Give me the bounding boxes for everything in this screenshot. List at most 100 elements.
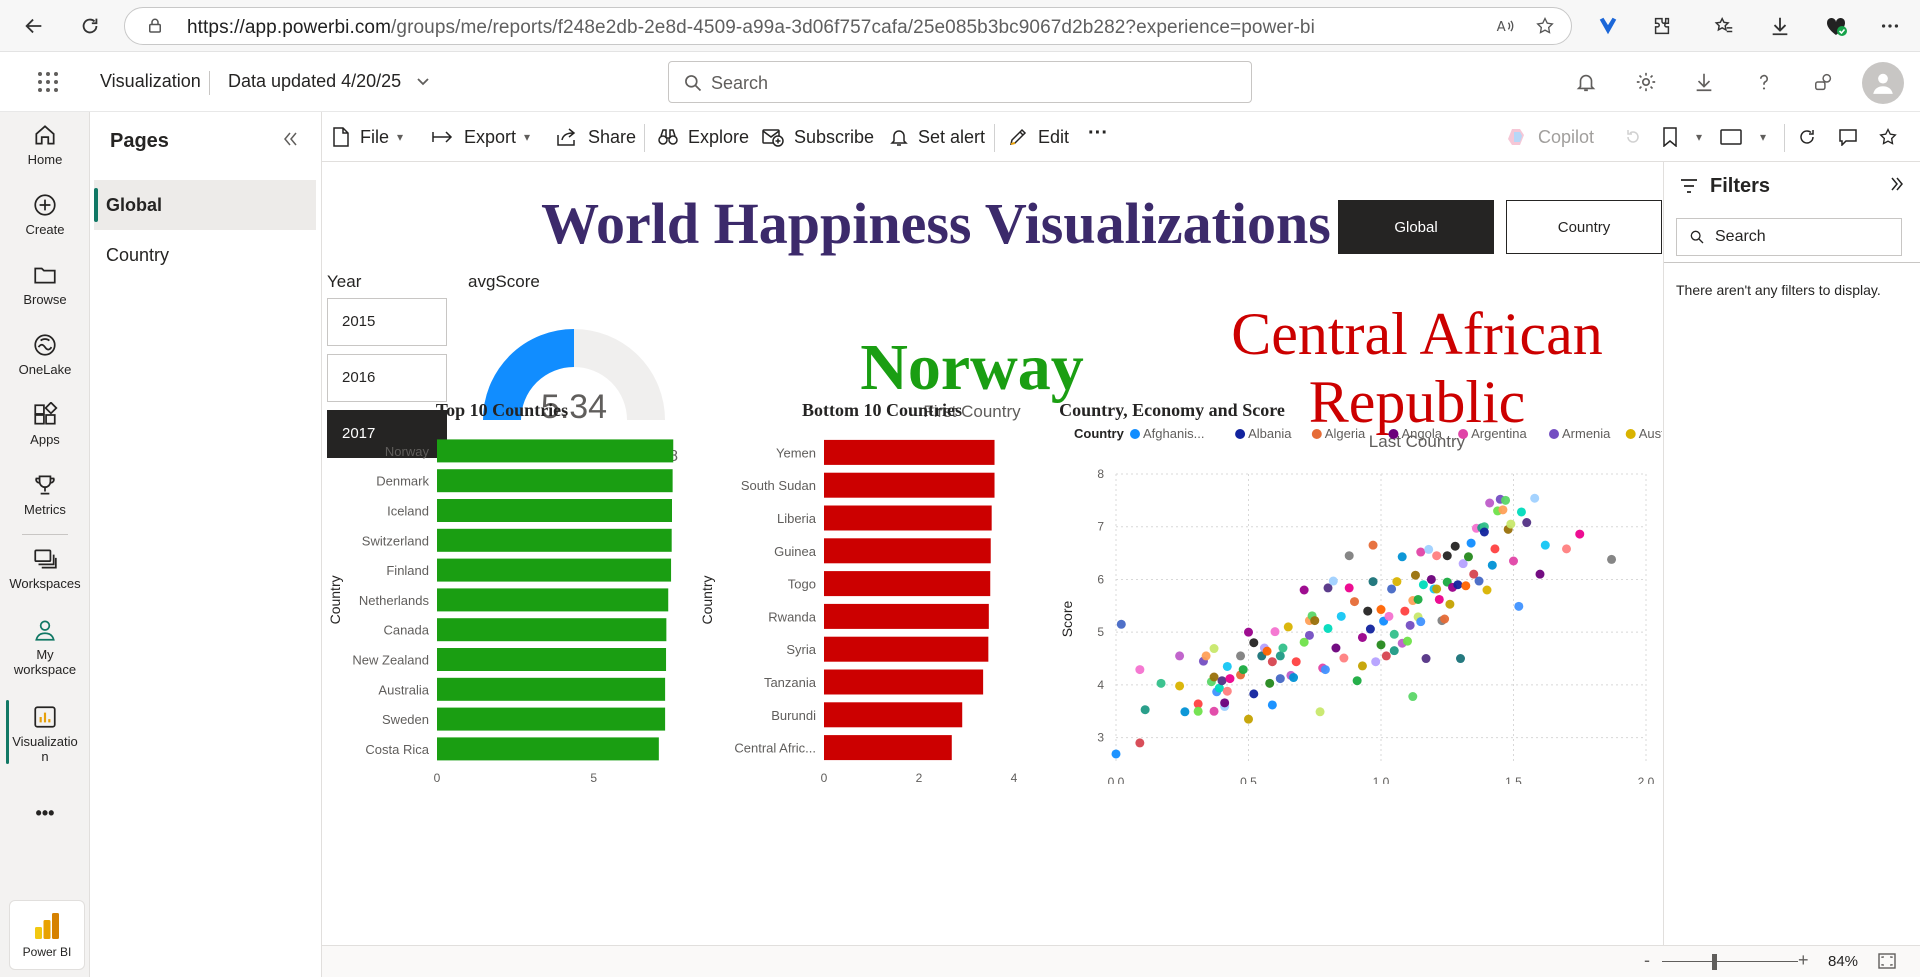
nav-item-visualization[interactable]: Visualizatio n bbox=[0, 704, 90, 764]
nav-item-onelake[interactable]: OneLake bbox=[0, 332, 90, 377]
favorite-star-icon[interactable] bbox=[1878, 125, 1908, 149]
global-page-button[interactable]: Global bbox=[1338, 200, 1494, 254]
scatter-point bbox=[1236, 651, 1246, 661]
downloads-icon[interactable] bbox=[1766, 12, 1794, 40]
scatter-point bbox=[1466, 538, 1476, 548]
year-option-2015[interactable]: 2015 bbox=[327, 298, 447, 346]
legend-marker bbox=[1625, 429, 1636, 439]
page-tab-country[interactable]: Country bbox=[94, 230, 316, 280]
favorite-star-icon[interactable] bbox=[1531, 12, 1559, 40]
y-tick-label: 6 bbox=[1097, 572, 1104, 586]
extensions-puzzle-icon[interactable] bbox=[1648, 12, 1676, 40]
feedback-share-icon[interactable] bbox=[1810, 68, 1838, 96]
trophy-icon bbox=[35, 475, 55, 495]
fit-to-page-icon[interactable] bbox=[1878, 953, 1896, 974]
collapse-pages-icon[interactable] bbox=[282, 130, 298, 153]
settings-gear-icon[interactable] bbox=[1632, 68, 1660, 96]
download-icon[interactable] bbox=[1690, 68, 1718, 96]
legend-marker bbox=[1549, 429, 1559, 439]
data-updated-dropdown[interactable]: Data updated 4/20/25 bbox=[228, 71, 430, 92]
zoom-in-button[interactable]: + bbox=[1798, 950, 1809, 971]
set-alert-button[interactable]: Set alert bbox=[890, 125, 985, 149]
back-arrow-icon[interactable] bbox=[20, 12, 48, 40]
scatter-point bbox=[1410, 570, 1420, 580]
scatter-point bbox=[1479, 527, 1489, 537]
file-menu-button[interactable]: File ▾ bbox=[332, 125, 403, 149]
legend-title: Country bbox=[1074, 426, 1125, 441]
bar bbox=[824, 735, 952, 761]
scatter-point bbox=[1289, 673, 1299, 683]
export-menu-button[interactable]: Export ▾ bbox=[432, 125, 530, 149]
global-search-input[interactable]: Search bbox=[668, 61, 1252, 103]
app-name[interactable]: Visualization bbox=[100, 71, 201, 92]
toolbar-separator bbox=[994, 124, 995, 152]
nav-item-home[interactable]: Home bbox=[0, 122, 90, 167]
scatter-point bbox=[1562, 544, 1571, 554]
category-label: Liberia bbox=[777, 511, 817, 526]
scatter-point bbox=[1135, 665, 1145, 675]
address-bar[interactable]: https://app.powerbi.com/groups/me/report… bbox=[124, 7, 1572, 45]
edit-button[interactable]: Edit bbox=[1008, 125, 1069, 149]
nav-item-workspaces[interactable]: Workspaces bbox=[0, 546, 90, 591]
scatter-point bbox=[1490, 544, 1500, 554]
zoom-slider-track[interactable] bbox=[1662, 961, 1798, 962]
bookmark-menu[interactable]: ▾ bbox=[1662, 125, 1702, 149]
scatter-point bbox=[1516, 507, 1526, 517]
scatter-point bbox=[1249, 638, 1259, 648]
nav-item-apps[interactable]: Apps bbox=[0, 402, 90, 447]
chevron-down-icon bbox=[416, 71, 430, 92]
filters-title: Filters bbox=[1710, 175, 1771, 197]
set-alert-label: Set alert bbox=[918, 126, 986, 147]
nav-item-browse[interactable]: Browse bbox=[0, 262, 90, 307]
scatter-point bbox=[1201, 651, 1211, 661]
bar bbox=[437, 648, 667, 671]
comments-icon[interactable] bbox=[1838, 125, 1868, 149]
country-page-button[interactable]: Country bbox=[1506, 200, 1662, 254]
notifications-bell-icon[interactable] bbox=[1572, 68, 1600, 96]
app-launcher-icon[interactable] bbox=[34, 68, 62, 96]
favorites-icon[interactable] bbox=[1710, 12, 1738, 40]
lock-icon[interactable] bbox=[141, 12, 169, 40]
nav-item-create[interactable]: Create bbox=[0, 192, 90, 237]
share-button[interactable]: Share bbox=[556, 125, 636, 149]
user-avatar[interactable] bbox=[1862, 62, 1904, 104]
copilot-button[interactable]: Copilot bbox=[1506, 125, 1594, 149]
category-label: Tanzania bbox=[764, 675, 817, 690]
chevron-down-icon: ▾ bbox=[397, 130, 404, 144]
year-option-2016[interactable]: 2016 bbox=[327, 354, 447, 402]
extension-heart-icon[interactable] bbox=[1594, 12, 1622, 40]
explore-button[interactable]: Explore bbox=[658, 125, 749, 149]
zoom-slider-thumb[interactable] bbox=[1712, 954, 1717, 970]
refresh-icon[interactable] bbox=[76, 12, 104, 40]
undo-icon[interactable] bbox=[1624, 125, 1652, 149]
nav-label: Visualizatio n bbox=[12, 734, 78, 764]
refresh-visuals-icon[interactable] bbox=[1798, 125, 1826, 149]
x-tick-label: 0.0 bbox=[1108, 775, 1125, 784]
x-tick-label: 0 bbox=[434, 771, 441, 784]
view-menu[interactable]: ▾ bbox=[1720, 125, 1766, 149]
health-heart-icon[interactable] bbox=[1822, 12, 1850, 40]
scatter-point bbox=[1522, 518, 1532, 528]
scatter-point bbox=[1328, 576, 1338, 586]
legend-marker bbox=[1458, 429, 1469, 439]
read-aloud-icon[interactable]: A bbox=[1491, 12, 1519, 40]
browser-toolbar: https://app.powerbi.com/groups/me/report… bbox=[0, 0, 1920, 52]
powerbi-home-tile[interactable]: Power BI bbox=[9, 900, 85, 970]
pages-title: Pages bbox=[110, 130, 169, 152]
plus-circle-icon bbox=[34, 194, 56, 216]
subscribe-button[interactable]: Subscribe bbox=[762, 125, 874, 149]
page-tab-global[interactable]: Global bbox=[94, 180, 316, 230]
expand-filters-icon[interactable] bbox=[1890, 176, 1904, 197]
nav-item-more[interactable]: ••• bbox=[0, 802, 90, 822]
help-question-icon[interactable] bbox=[1750, 68, 1778, 96]
nav-label: Workspaces bbox=[9, 576, 81, 591]
more-options-button[interactable]: ··· bbox=[1088, 121, 1108, 145]
nav-item-metrics[interactable]: Metrics bbox=[0, 472, 90, 517]
nav-item-my-workspace[interactable]: My workspace bbox=[0, 617, 90, 677]
browser-menu-icon[interactable] bbox=[1876, 12, 1904, 40]
filters-search-input[interactable]: Search bbox=[1676, 218, 1902, 256]
left-navigation: Home Create Browse OneLake Apps Metrics … bbox=[0, 112, 90, 977]
scatter-point bbox=[1474, 576, 1484, 586]
bar bbox=[824, 636, 989, 662]
zoom-out-button[interactable]: - bbox=[1644, 950, 1650, 971]
